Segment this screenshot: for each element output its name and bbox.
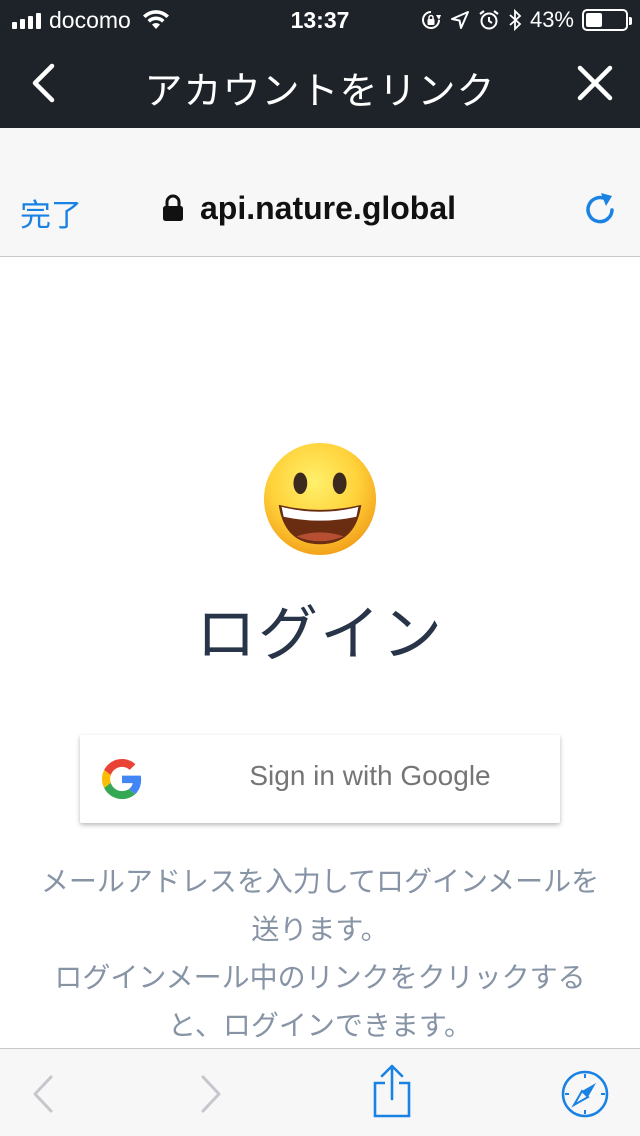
close-icon[interactable] xyxy=(572,60,618,106)
status-bar: docomo 13:37 43% xyxy=(0,0,640,40)
google-logo-icon xyxy=(102,759,142,799)
done-button[interactable]: 完了 xyxy=(20,190,82,235)
description-line: メールアドレスを入力してログインメールを xyxy=(40,865,600,898)
google-sign-in-button[interactable]: Sign in with Google xyxy=(80,735,560,823)
grinning-face-emoji xyxy=(263,442,377,556)
battery-icon xyxy=(582,9,632,31)
browser-header: 完了 api.nature.global xyxy=(0,128,640,257)
page-title: ログイン xyxy=(196,600,444,670)
description-line: と、ログインできます。 xyxy=(167,1009,473,1042)
nav-bar: アカウントをリンク xyxy=(0,40,640,128)
rotation-lock-icon xyxy=(421,11,441,29)
safari-compass-icon[interactable] xyxy=(560,1069,610,1119)
description-line: ログインメール中のリンクをクリックする xyxy=(54,961,586,994)
browser-toolbar xyxy=(0,1048,640,1136)
chevron-left-icon[interactable] xyxy=(20,58,70,108)
battery-level-fill xyxy=(586,13,603,27)
url-bar[interactable]: api.nature.global xyxy=(160,188,456,228)
alarm-icon xyxy=(479,10,499,30)
google-button-label: Sign in with Google xyxy=(249,760,491,791)
bluetooth-icon xyxy=(509,9,522,31)
battery-percent: 43% xyxy=(529,7,574,32)
location-arrow-icon xyxy=(450,11,469,29)
description-line: 送ります。 xyxy=(251,913,389,946)
web-content: ログイン Sign in with Google メールアドレスを入力してログイ… xyxy=(0,258,640,1048)
lock-icon xyxy=(163,194,183,221)
forward-icon[interactable] xyxy=(196,1073,226,1115)
nav-title: アカウントをリンク xyxy=(144,69,496,113)
url-text: api.nature.global xyxy=(200,189,457,226)
back-icon[interactable] xyxy=(28,1073,58,1115)
share-icon[interactable] xyxy=(370,1063,414,1119)
login-description: メールアドレスを入力してログインメールを 送ります。 ログインメール中のリンクを… xyxy=(0,858,640,1050)
reload-icon[interactable] xyxy=(582,188,618,228)
